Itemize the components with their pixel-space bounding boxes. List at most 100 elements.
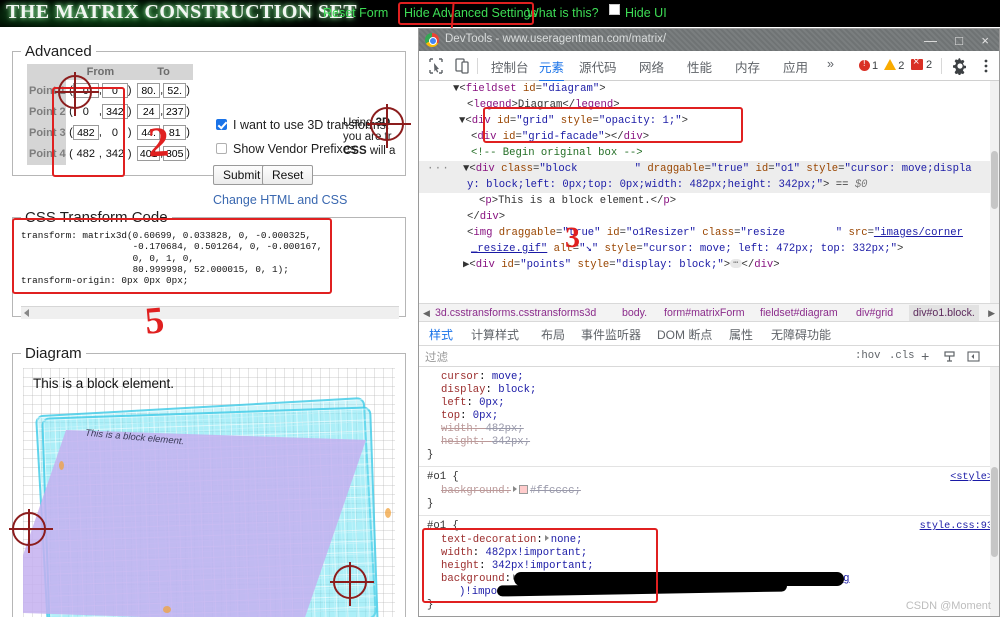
nav-reset-form[interactable]: Reset Form bbox=[323, 6, 388, 20]
dom-line[interactable]: <p>This is a block element.</p> bbox=[479, 193, 676, 209]
decl-value[interactable]: 482px; bbox=[486, 423, 524, 435]
subtab-styles[interactable]: 样式 bbox=[429, 326, 454, 348]
breadcrumb-item-form[interactable]: form#matrixForm bbox=[664, 307, 745, 319]
tab-sources[interactable]: 源代码 bbox=[579, 57, 617, 80]
subtab-layout[interactable]: 布局 bbox=[541, 326, 565, 346]
rule-selector[interactable]: #o1 { bbox=[427, 520, 459, 533]
to-x-input-4[interactable]: 401 bbox=[137, 146, 161, 162]
dom-line[interactable]: <div id="grid-facade"></div> bbox=[471, 129, 649, 145]
message-badge[interactable]: 2 bbox=[911, 56, 932, 71]
decl-value[interactable]: block; bbox=[498, 384, 536, 396]
to-y-input-4[interactable]: 305 bbox=[163, 146, 187, 162]
from-x-input-3[interactable]: 482 bbox=[72, 125, 99, 141]
show-vendor-prefixes-checkbox[interactable] bbox=[216, 143, 227, 154]
expand-triangle-icon[interactable] bbox=[512, 486, 517, 492]
control-point-bottom-left[interactable] bbox=[9, 509, 53, 553]
tab-application[interactable]: 应用 bbox=[783, 57, 808, 80]
rule-declaration[interactable]: top: 0px; bbox=[441, 410, 498, 423]
rule-declaration[interactable]: cursor: move; bbox=[441, 371, 524, 384]
change-html-css-link[interactable]: Change HTML and CSS bbox=[213, 193, 347, 207]
show-vendor-prefixes-row[interactable]: Show Vendor Prefixes bbox=[216, 142, 356, 156]
expand-triangle-icon[interactable] bbox=[544, 535, 549, 541]
from-x-value-4[interactable]: 482 bbox=[73, 148, 99, 160]
rule-declaration[interactable]: display: block; bbox=[441, 384, 536, 397]
inspect-element-icon[interactable] bbox=[427, 57, 445, 75]
rule-declaration-overridden[interactable]: background: #ffcccc; bbox=[441, 485, 581, 498]
dom-line[interactable]: <img draggable="true" id="o1Resizer" cla… bbox=[467, 225, 963, 241]
rules-scrollbar[interactable] bbox=[990, 367, 999, 616]
subtab-properties[interactable]: 属性 bbox=[729, 326, 753, 346]
dom-tree-scrollbar[interactable] bbox=[990, 81, 999, 303]
rule-source-link[interactable]: style.css:93 bbox=[920, 520, 993, 533]
dom-line[interactable]: ▶<div id="points" style="display: block;… bbox=[463, 257, 780, 273]
device-toolbar-icon[interactable] bbox=[453, 57, 471, 75]
styles-filter-input[interactable]: 过滤 bbox=[425, 349, 448, 365]
breadcrumb-item-fieldset[interactable]: fieldset#diagram bbox=[760, 307, 838, 319]
rule-declaration-overridden[interactable]: width: 482px; bbox=[441, 423, 524, 436]
window-close-button[interactable]: × bbox=[981, 33, 989, 48]
dom-line[interactable]: <legend>Diagram</legend> bbox=[467, 97, 620, 113]
dom-line[interactable]: </div> bbox=[467, 209, 505, 225]
node-menu-icon[interactable]: ··· bbox=[427, 161, 450, 177]
decl-value[interactable]: #ffcccc; bbox=[530, 485, 581, 497]
dom-line[interactable]: _resize.gif" alt="↘" style="cursor: move… bbox=[471, 241, 903, 257]
gear-icon[interactable] bbox=[951, 57, 969, 76]
decl-value[interactable]: move; bbox=[492, 371, 524, 383]
decl-value[interactable]: 482px!important; bbox=[486, 547, 588, 559]
subtab-computed[interactable]: 计算样式 bbox=[471, 326, 519, 346]
dom-line-selected[interactable]: ▼<div class="block " draggable="true" id… bbox=[463, 161, 972, 177]
breadcrumb-left-arrow-icon[interactable]: ◀ bbox=[423, 308, 430, 319]
subtab-event-listeners[interactable]: 事件监听器 bbox=[581, 326, 641, 346]
rule-selector[interactable]: #o1 { bbox=[427, 471, 459, 484]
new-style-rule-icon[interactable]: + bbox=[921, 350, 929, 366]
tab-performance[interactable]: 性能 bbox=[687, 57, 712, 80]
rule-declaration-overridden[interactable]: height: 342px; bbox=[441, 436, 530, 449]
rule-declaration[interactable]: text-decoration: none; bbox=[441, 534, 583, 547]
control-point-top-right[interactable] bbox=[367, 104, 411, 148]
tab-network[interactable]: 网络 bbox=[639, 57, 664, 80]
hide-ui-checkbox[interactable] bbox=[609, 4, 620, 15]
breadcrumb-item-body[interactable]: body. bbox=[622, 307, 647, 319]
window-maximize-button[interactable]: □ bbox=[955, 33, 963, 48]
hov-toggle[interactable]: :hov bbox=[855, 350, 880, 362]
css-rules-pane[interactable]: cursor: move; display: block; left: 0px;… bbox=[419, 367, 999, 616]
decl-value[interactable]: 342px!important; bbox=[492, 560, 594, 572]
to-x-input-1[interactable]: 80. bbox=[137, 83, 161, 99]
computed-sidebar-icon[interactable] bbox=[943, 350, 956, 367]
scroll-left-arrow-icon[interactable] bbox=[24, 309, 29, 317]
cls-toggle[interactable]: .cls bbox=[889, 350, 914, 362]
breadcrumb[interactable]: ◀ 3d.csstransforms.csstransforms3d body.… bbox=[419, 303, 999, 322]
window-minimize-button[interactable]: — bbox=[924, 33, 937, 48]
to-x-input-2[interactable]: 24 bbox=[137, 104, 161, 120]
tab-console[interactable]: 控制台 bbox=[491, 57, 529, 80]
tab-memory[interactable]: 内存 bbox=[735, 57, 760, 80]
from-y-input-2[interactable]: 342 bbox=[101, 104, 128, 120]
dom-line[interactable]: ▼<div id="grid" style="opacity: 1;"> bbox=[459, 113, 688, 129]
scrollbar-thumb[interactable] bbox=[991, 151, 998, 209]
decl-value[interactable]: 0px; bbox=[473, 410, 498, 422]
color-swatch[interactable] bbox=[518, 485, 528, 494]
tab-more-overflow[interactable]: » bbox=[827, 57, 834, 75]
scrollbar-thumb[interactable] bbox=[991, 467, 998, 557]
to-x-input-3[interactable]: 44. bbox=[137, 125, 161, 141]
to-y-input-1[interactable]: 52. bbox=[163, 83, 187, 99]
decl-value[interactable]: 342px; bbox=[492, 436, 530, 448]
breadcrumb-right-arrow-icon[interactable]: ▶ bbox=[988, 308, 995, 319]
rule-source-link[interactable]: <style> bbox=[950, 471, 993, 484]
control-point-bottom-right[interactable] bbox=[330, 562, 374, 606]
control-point-top-left[interactable] bbox=[55, 72, 99, 116]
decl-value[interactable]: none; bbox=[551, 534, 583, 546]
dom-tree-panel[interactable]: ··· ▼<fieldset id="diagram"> <legend>Dia… bbox=[419, 81, 999, 303]
subtab-accessibility[interactable]: 无障碍功能 bbox=[771, 326, 831, 346]
to-y-input-3[interactable]: 81 bbox=[163, 125, 187, 141]
nav-hide-advanced-settings[interactable]: Hide Advanced Settings bbox=[404, 6, 537, 20]
nav-what-is-this[interactable]: What is this? bbox=[527, 6, 599, 20]
breadcrumb-item-root[interactable]: 3d.csstransforms.csstransforms3d bbox=[435, 307, 596, 319]
transformed-block[interactable] bbox=[23, 430, 367, 617]
use-3d-transforms-checkbox[interactable] bbox=[216, 119, 227, 130]
css-output-hscrollbar[interactable] bbox=[21, 306, 399, 319]
tab-elements[interactable]: 元素 bbox=[539, 57, 565, 82]
rule-declaration[interactable]: width: 482px!important; bbox=[441, 547, 587, 560]
dom-line-selected-cont[interactable]: y: block;left: 0px;top: 0px;width: 482px… bbox=[467, 177, 868, 193]
from-y-input-1[interactable]: 0 bbox=[101, 83, 128, 99]
